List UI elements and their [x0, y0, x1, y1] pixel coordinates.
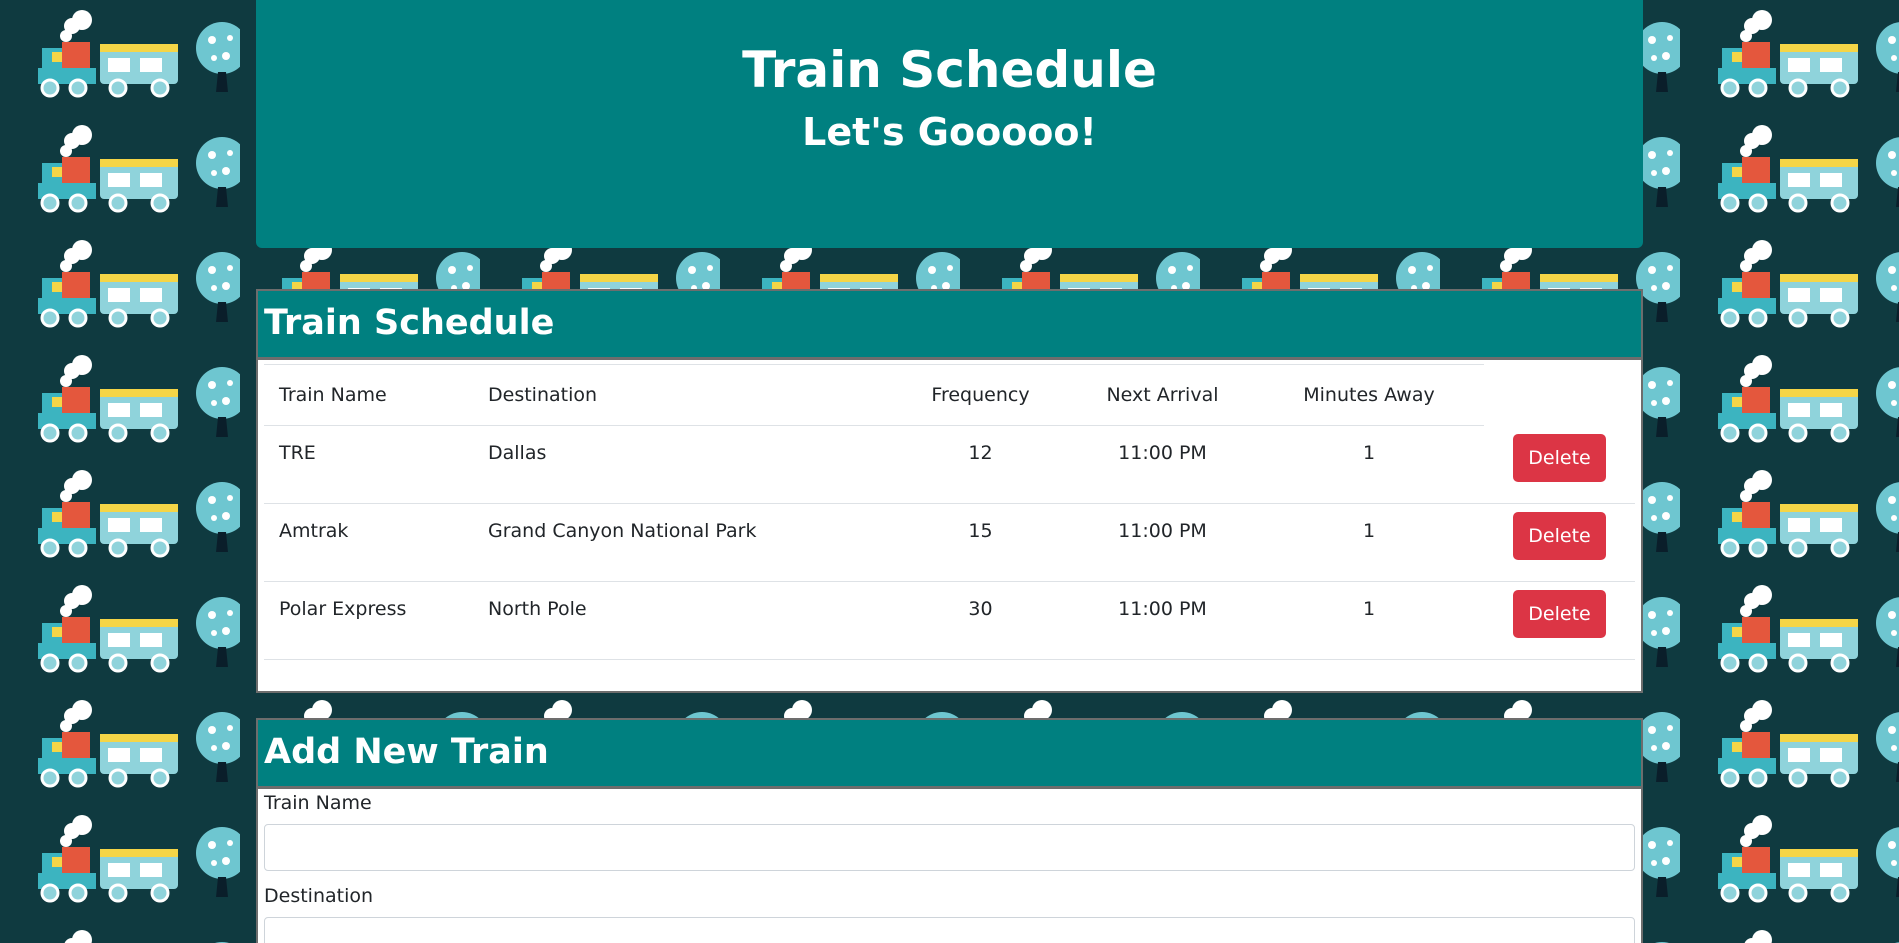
- cell-frequency: 30: [890, 581, 1071, 660]
- cell-minutes-away: 1: [1254, 581, 1484, 660]
- destination-label: Destination: [264, 885, 374, 907]
- table-row: Amtrak Grand Canyon National Park 15 11:…: [264, 503, 1635, 582]
- page-title: Train Schedule: [742, 41, 1157, 99]
- cell-next-arrival: 11:00 PM: [1071, 581, 1254, 660]
- cell-minutes-away: 1: [1254, 425, 1484, 504]
- cell-frequency: 15: [890, 503, 1071, 582]
- page-subtitle: Let's Gooooo!: [802, 110, 1097, 154]
- add-train-form: Train Name Destination: [264, 790, 1635, 943]
- cell-next-arrival: 11:00 PM: [1071, 425, 1254, 504]
- column-header-destination: Destination: [473, 364, 890, 426]
- add-train-card-header: Add New Train: [258, 720, 1641, 789]
- cell-destination: North Pole: [473, 581, 890, 660]
- cell-actions: Delete: [1484, 581, 1635, 660]
- table-header-row: Train Name Destination Frequency Next Ar…: [264, 364, 1635, 426]
- cell-destination: Grand Canyon National Park: [473, 503, 890, 582]
- schedule-table: Train Name Destination Frequency Next Ar…: [264, 364, 1635, 660]
- table-row: Polar Express North Pole 30 11:00 PM 1 D…: [264, 581, 1635, 660]
- table-row: TRE Dallas 12 11:00 PM 1 Delete: [264, 425, 1635, 504]
- train-name-input[interactable]: [264, 824, 1635, 871]
- schedule-card-header: Train Schedule: [258, 291, 1641, 360]
- schedule-card-title: Train Schedule: [264, 303, 555, 343]
- header-banner: Train Schedule Let's Gooooo!: [256, 0, 1643, 248]
- cell-train-name: Polar Express: [264, 581, 473, 660]
- delete-button[interactable]: Delete: [1513, 590, 1606, 638]
- cell-destination: Dallas: [473, 425, 890, 504]
- add-train-card-title: Add New Train: [264, 732, 549, 772]
- cell-frequency: 12: [890, 425, 1071, 504]
- cell-actions: Delete: [1484, 425, 1635, 504]
- destination-input[interactable]: [264, 917, 1635, 943]
- column-header-frequency: Frequency: [890, 364, 1071, 426]
- add-train-card: Add New Train Train Name Destination: [256, 718, 1643, 943]
- column-header-actions: [1484, 365, 1635, 426]
- delete-button[interactable]: Delete: [1513, 512, 1606, 560]
- column-header-minutes-away: Minutes Away: [1254, 364, 1484, 426]
- column-header-next-arrival: Next Arrival: [1071, 364, 1254, 426]
- cell-train-name: TRE: [264, 425, 473, 504]
- delete-button[interactable]: Delete: [1513, 433, 1606, 482]
- schedule-card: Train Schedule Train Name Destination Fr…: [256, 289, 1643, 693]
- cell-minutes-away: 1: [1254, 503, 1484, 582]
- cell-actions: Delete: [1484, 503, 1635, 582]
- cell-next-arrival: 11:00 PM: [1071, 503, 1254, 582]
- cell-train-name: Amtrak: [264, 503, 473, 582]
- train-name-label: Train Name: [264, 792, 372, 814]
- column-header-train-name: Train Name: [264, 364, 473, 426]
